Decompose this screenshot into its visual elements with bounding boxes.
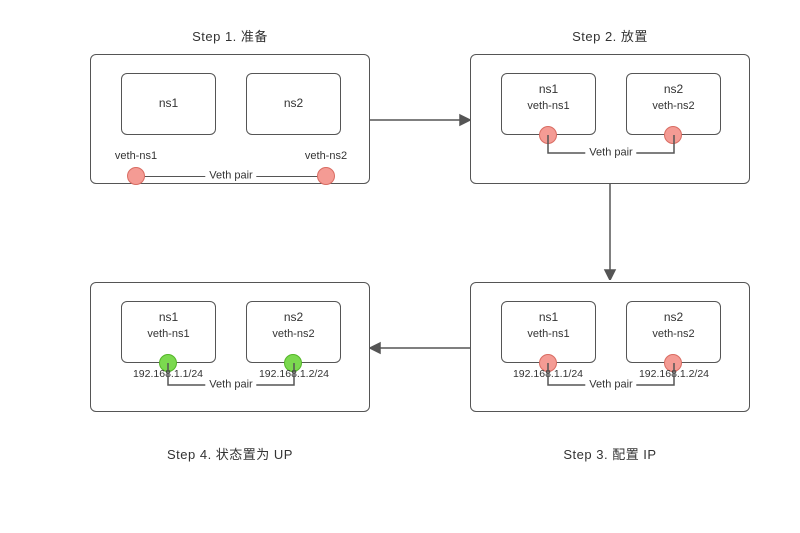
step2-veth-right-label: veth-ns2 <box>627 100 720 112</box>
step3-veth-left-label: veth-ns1 <box>502 328 595 340</box>
step1-title: Step 1. 准备 <box>90 26 370 45</box>
step4-title: Step 4. 状态置为 UP <box>90 444 370 463</box>
step1-ns1: ns1 <box>121 73 216 135</box>
ns2-label: ns2 <box>627 74 720 96</box>
ns1-label: ns1 <box>122 74 215 110</box>
step2-veth-pair-caption: Veth pair <box>585 146 636 158</box>
ns2-label: ns2 <box>627 302 720 324</box>
step1-veth-pair-caption: Veth pair <box>205 169 256 181</box>
step2-host: ns1 veth-ns1 ns2 veth-ns2 Veth pair <box>470 54 750 184</box>
ns2-label: ns2 <box>247 74 340 110</box>
step2-title: Step 2. 放置 <box>470 26 750 45</box>
ns1-label: ns1 <box>502 302 595 324</box>
step3-title: Step 3. 配置 IP <box>470 444 750 463</box>
step1-host: ns1 ns2 veth-ns1 veth-ns2 Veth pair <box>90 54 370 184</box>
ns1-label: ns1 <box>502 74 595 96</box>
arrow-3-4 <box>370 338 470 358</box>
arrow-2-3 <box>600 184 620 280</box>
step1-ns2: ns2 <box>246 73 341 135</box>
step3-veth-pair-caption: Veth pair <box>585 378 636 390</box>
step3-host: ns1 veth-ns1 ns2 veth-ns2 192.168.1.1/24… <box>470 282 750 412</box>
step3-veth-right-label: veth-ns2 <box>627 328 720 340</box>
step2-veth-left-label: veth-ns1 <box>502 100 595 112</box>
step4-host: ns1 veth-ns1 ns2 veth-ns2 192.168.1.1/24… <box>90 282 370 412</box>
step4-veth-pair-caption: Veth pair <box>205 378 256 390</box>
step4-veth-left-label: veth-ns1 <box>122 328 215 340</box>
arrow-1-2 <box>370 110 470 130</box>
ns2-label: ns2 <box>247 302 340 324</box>
step1-veth-right-label: veth-ns2 <box>291 150 361 162</box>
step1-port-left <box>127 167 145 185</box>
diagram-canvas: Step 1. 准备 ns1 ns2 veth-ns1 veth-ns2 Vet… <box>0 0 800 533</box>
ns1-label: ns1 <box>122 302 215 324</box>
step1-veth-left-label: veth-ns1 <box>101 150 171 162</box>
step4-veth-right-label: veth-ns2 <box>247 328 340 340</box>
step1-port-right <box>317 167 335 185</box>
